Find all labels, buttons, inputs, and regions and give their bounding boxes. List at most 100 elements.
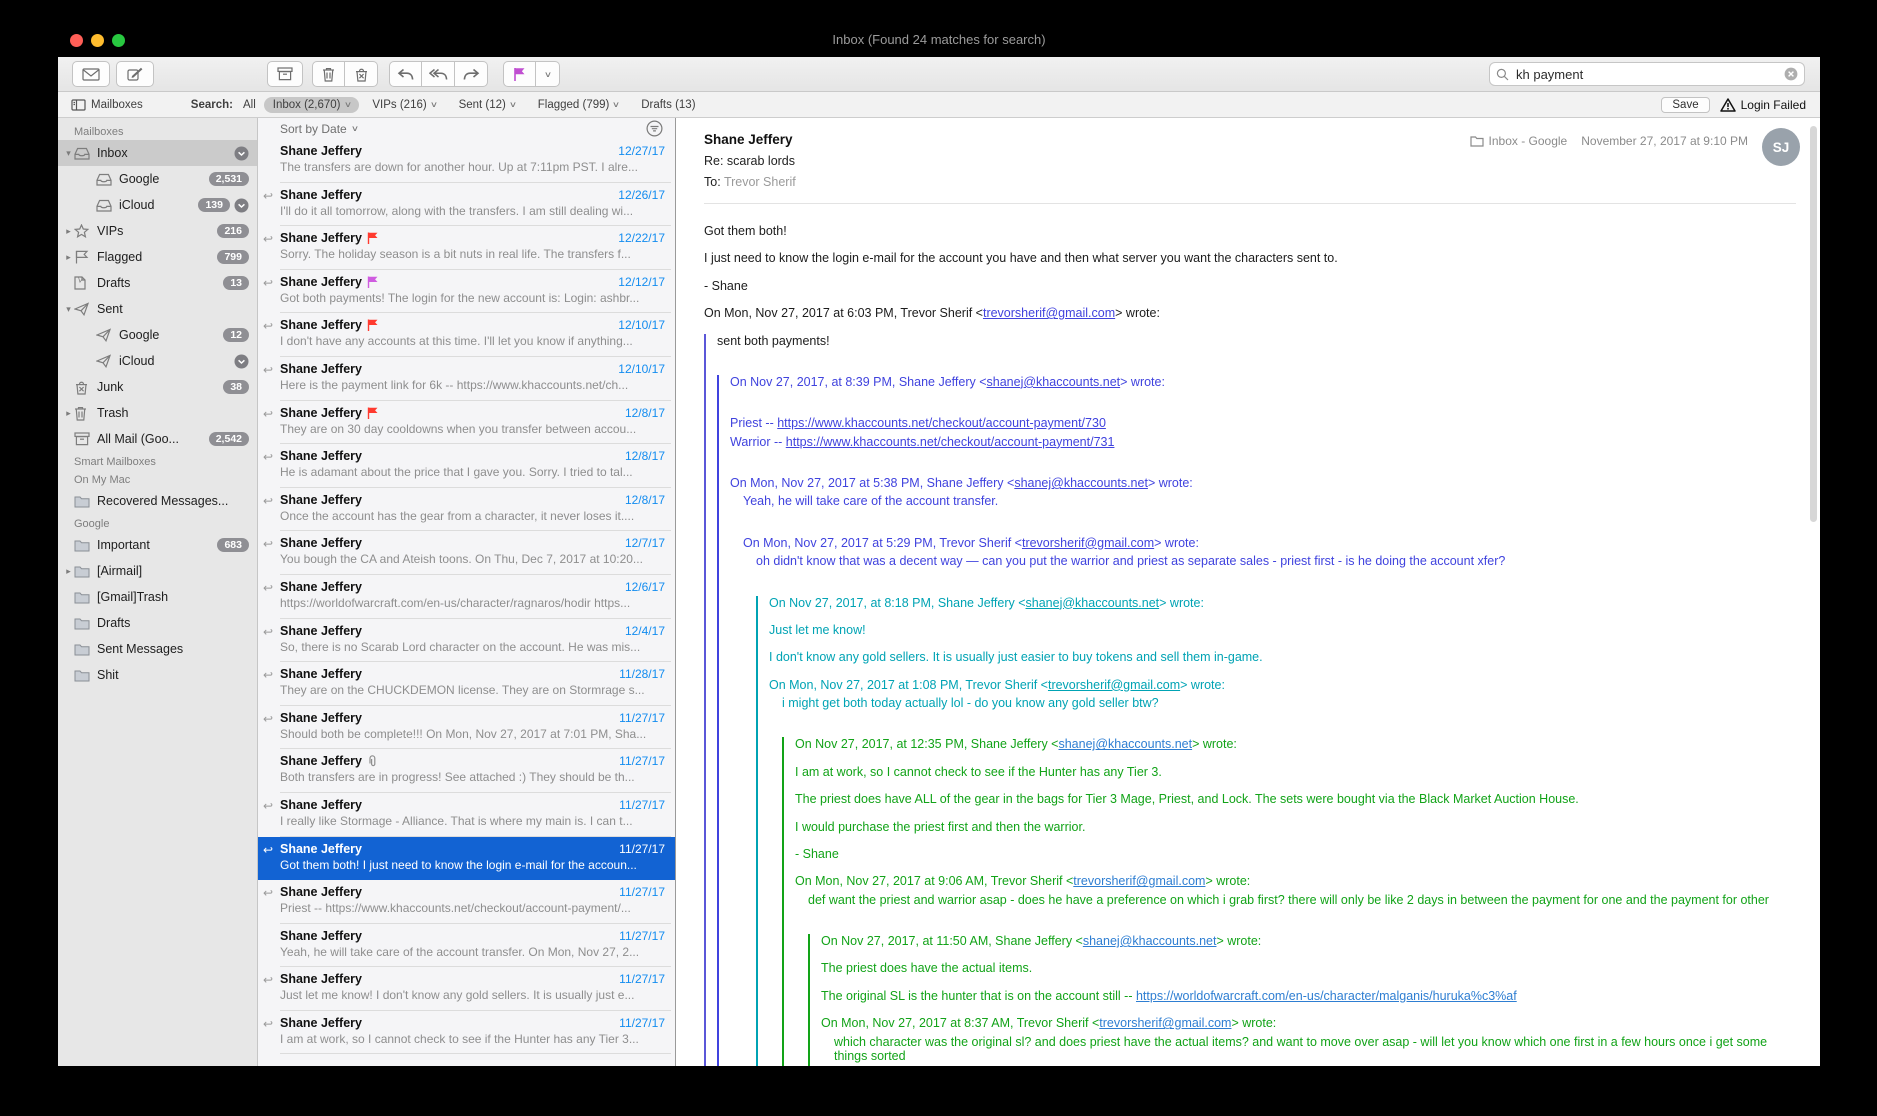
hyperlink[interactable]: shanej@khaccounts.net xyxy=(987,375,1121,389)
compose-button[interactable] xyxy=(116,61,154,87)
flag-icon xyxy=(74,250,91,265)
hyperlink[interactable]: trevorsherif@gmail.com xyxy=(983,306,1115,320)
hyperlink[interactable]: shanej@khaccounts.net xyxy=(1058,737,1192,751)
list-row[interactable]: ↩ Shane Jeffery 11/27/17 Got them both! I j… xyxy=(258,836,675,881)
search-scope-all[interactable]: All xyxy=(243,99,256,111)
list-row[interactable]: ↩ Shane Jeffery 11/27/17 Should both be com… xyxy=(258,706,675,750)
list-row[interactable]: ↩ Shane Jeffery 12/8/17 They are on 30 day … xyxy=(258,401,675,445)
sidebar-item-shit[interactable]: Shit xyxy=(58,662,257,688)
scrollbar-thumb[interactable] xyxy=(1810,126,1817,522)
account-status-toggle[interactable] xyxy=(234,354,249,369)
folder-icon xyxy=(74,538,91,553)
sidebar-item-trash[interactable]: ▸ Trash xyxy=(58,400,257,426)
get-mail-button[interactable] xyxy=(72,61,110,87)
sidebar-item-drafts[interactable]: Drafts 13 xyxy=(58,270,257,296)
sidebar-item-flagged[interactable]: ▸ Flagged 799 xyxy=(58,244,257,270)
flag-button[interactable] xyxy=(503,61,536,87)
body-paragraph: On Mon, Nov 27, 2017 at 1:08 PM, Trevor … xyxy=(769,678,1790,692)
list-row[interactable]: ↩ Shane Jeffery 11/27/17 Just let me know! … xyxy=(258,967,675,1011)
row-preview: I really like Stormage - Alliance. That … xyxy=(280,813,633,828)
sidebar-item-google[interactable]: Google 2,531 xyxy=(58,166,257,192)
forward-button[interactable] xyxy=(455,61,488,87)
list-row[interactable]: ↩ Shane Jeffery 11/27/17 Priest -- https://… xyxy=(258,880,675,924)
list-row[interactable]: ↩ Shane Jeffery 12/7/17 You bough the CA an… xyxy=(258,531,675,575)
disclosure-triangle[interactable]: ▾ xyxy=(63,304,74,315)
sidebar-item-icloud[interactable]: iCloud 139 xyxy=(58,192,257,218)
title-bar: Inbox (Found 24 matches for search) xyxy=(58,24,1820,57)
sidebar-item-gmail-trash[interactable]: [Gmail]Trash xyxy=(58,584,257,610)
row-preview: I am at work, so I cannot check to see i… xyxy=(280,1031,639,1046)
disclosure-triangle[interactable]: ▾ xyxy=(63,148,74,159)
list-row[interactable]: ↩ Shane Jeffery 11/27/17 I am at work, so I… xyxy=(258,1011,675,1055)
body-text: > wrote: xyxy=(1115,306,1160,321)
disclosure-triangle[interactable]: ▸ xyxy=(63,566,74,577)
list-row[interactable]: ↩ Shane Jeffery 12/12/17 Got both payments!… xyxy=(258,270,675,314)
reply-all-button[interactable] xyxy=(422,61,455,87)
flag-red-icon xyxy=(367,319,379,332)
sidebar-item-sent[interactable]: ▾ Sent xyxy=(58,296,257,322)
hyperlink[interactable]: shanej@khaccounts.net xyxy=(1014,476,1148,490)
unread-count-badge: 2,542 xyxy=(208,432,249,446)
favorites-item-drafts-13[interactable]: Drafts (13) xyxy=(632,97,704,113)
flag-menu-button[interactable]: ∨ xyxy=(536,61,560,87)
sort-by-label[interactable]: Sort by Date xyxy=(280,122,347,136)
list-row[interactable]: ↩ Shane Jeffery 12/10/17 Here is the paymen… xyxy=(258,357,675,401)
sidebar-item-recovered-messages[interactable]: Recovered Messages... xyxy=(58,488,257,514)
search-field[interactable] xyxy=(1489,62,1805,86)
filter-icon[interactable] xyxy=(646,120,663,137)
disclosure-triangle[interactable]: ▸ xyxy=(63,226,74,237)
list-row[interactable]: ↩ Shane Jeffery 12/10/17 I don't have any a… xyxy=(258,313,675,357)
hyperlink[interactable]: trevorsherif@gmail.com xyxy=(1048,678,1180,692)
body-paragraph: - Shane xyxy=(795,847,1790,861)
reply-button[interactable] xyxy=(389,61,422,87)
hyperlink[interactable]: shanej@khaccounts.net xyxy=(1083,934,1217,948)
sidebar-item-icloud[interactable]: iCloud xyxy=(58,348,257,374)
hyperlink[interactable]: trevorsherif@gmail.com xyxy=(1073,874,1205,888)
list-row[interactable]: ↩ Shane Jeffery 11/27/17 I really like Stor… xyxy=(258,793,675,837)
sidebar-item-junk[interactable]: Junk 38 xyxy=(58,374,257,400)
favorites-item-sent-12[interactable]: Sent (12) ∨ xyxy=(450,97,525,113)
save-search-button[interactable]: Save xyxy=(1661,96,1710,113)
favorites-item-vips-216[interactable]: VIPs (216) ∨ xyxy=(363,97,445,113)
junk-button[interactable] xyxy=(345,61,378,87)
list-row[interactable]: ↩ Shane Jeffery 12/26/17 I'll do it all tom… xyxy=(258,183,675,227)
clear-search-icon[interactable] xyxy=(1784,67,1798,81)
favorites-item-flagged-799[interactable]: Flagged (799) ∨ xyxy=(529,97,628,113)
archive-button[interactable] xyxy=(267,61,303,87)
hyperlink[interactable]: trevorsherif@gmail.com xyxy=(1099,1016,1231,1030)
search-input[interactable] xyxy=(1514,65,1779,83)
favorites-item-inbox-2-670[interactable]: Inbox (2,670) ∨ xyxy=(263,96,360,113)
hyperlink[interactable]: trevorsherif@gmail.com xyxy=(1022,536,1154,550)
disclosure-triangle[interactable]: ▸ xyxy=(63,408,74,419)
sidebar-item-important[interactable]: Important 683 xyxy=(58,532,257,558)
sidebar-item-vips[interactable]: ▸ VIPs 216 xyxy=(58,218,257,244)
account-status-toggle[interactable] xyxy=(234,146,249,161)
mailboxes-toggle[interactable]: Mailboxes xyxy=(71,99,143,111)
list-row[interactable]: ↩ Shane Jeffery 12/8/17 Once the account ha… xyxy=(258,488,675,532)
list-row[interactable]: Shane Jeffery 12/27/17 The transfers are d… xyxy=(258,139,675,183)
sidebar-item-inbox[interactable]: ▾ Inbox xyxy=(58,140,257,166)
hyperlink[interactable]: https://www.khaccounts.net/checkout/acco… xyxy=(786,435,1115,449)
list-row[interactable]: ↩ Shane Jeffery 11/28/17 They are on the CH… xyxy=(258,662,675,706)
sidebar-item-airmail[interactable]: ▸ [Airmail] xyxy=(58,558,257,584)
hyperlink[interactable]: https://worldofwarcraft.com/en-us/charac… xyxy=(1136,989,1517,1003)
list-row[interactable]: ↩ Shane Jeffery 12/4/17 So, there is no Sca… xyxy=(258,619,675,663)
list-row[interactable]: ↩ Shane Jeffery 12/6/17 https://worldofwarc… xyxy=(258,575,675,619)
sidebar-item-sent-messages[interactable]: Sent Messages xyxy=(58,636,257,662)
list-row[interactable]: Shane Jeffery 11/27/17 Yeah, he will take … xyxy=(258,924,675,968)
sidebar-item-all-mail-goo[interactable]: All Mail (Goo... 2,542 xyxy=(58,426,257,452)
hyperlink[interactable]: https://www.khaccounts.net/checkout/acco… xyxy=(777,416,1106,430)
disclosure-triangle[interactable]: ▸ xyxy=(63,252,74,263)
delete-button[interactable] xyxy=(312,61,345,87)
list-row[interactable]: Shane Jeffery 11/27/17 Both transfers are … xyxy=(258,749,675,793)
list-row[interactable]: ↩ Shane Jeffery 12/22/17 Sorry. The holiday… xyxy=(258,226,675,270)
row-date: 11/27/17 xyxy=(619,885,665,900)
recipient-name[interactable]: Trevor Sherif xyxy=(724,175,796,189)
list-row[interactable]: ↩ Shane Jeffery 12/8/17 He is adamant about… xyxy=(258,444,675,488)
sidebar-item-drafts[interactable]: Drafts xyxy=(58,610,257,636)
account-status-toggle[interactable] xyxy=(234,198,249,213)
hyperlink[interactable]: shanej@khaccounts.net xyxy=(1026,596,1160,610)
sidebar-item-google[interactable]: Google 12 xyxy=(58,322,257,348)
row-preview: Priest -- https://www.khaccounts.net/che… xyxy=(280,901,631,916)
login-failed-status[interactable]: Login Failed xyxy=(1719,98,1806,112)
